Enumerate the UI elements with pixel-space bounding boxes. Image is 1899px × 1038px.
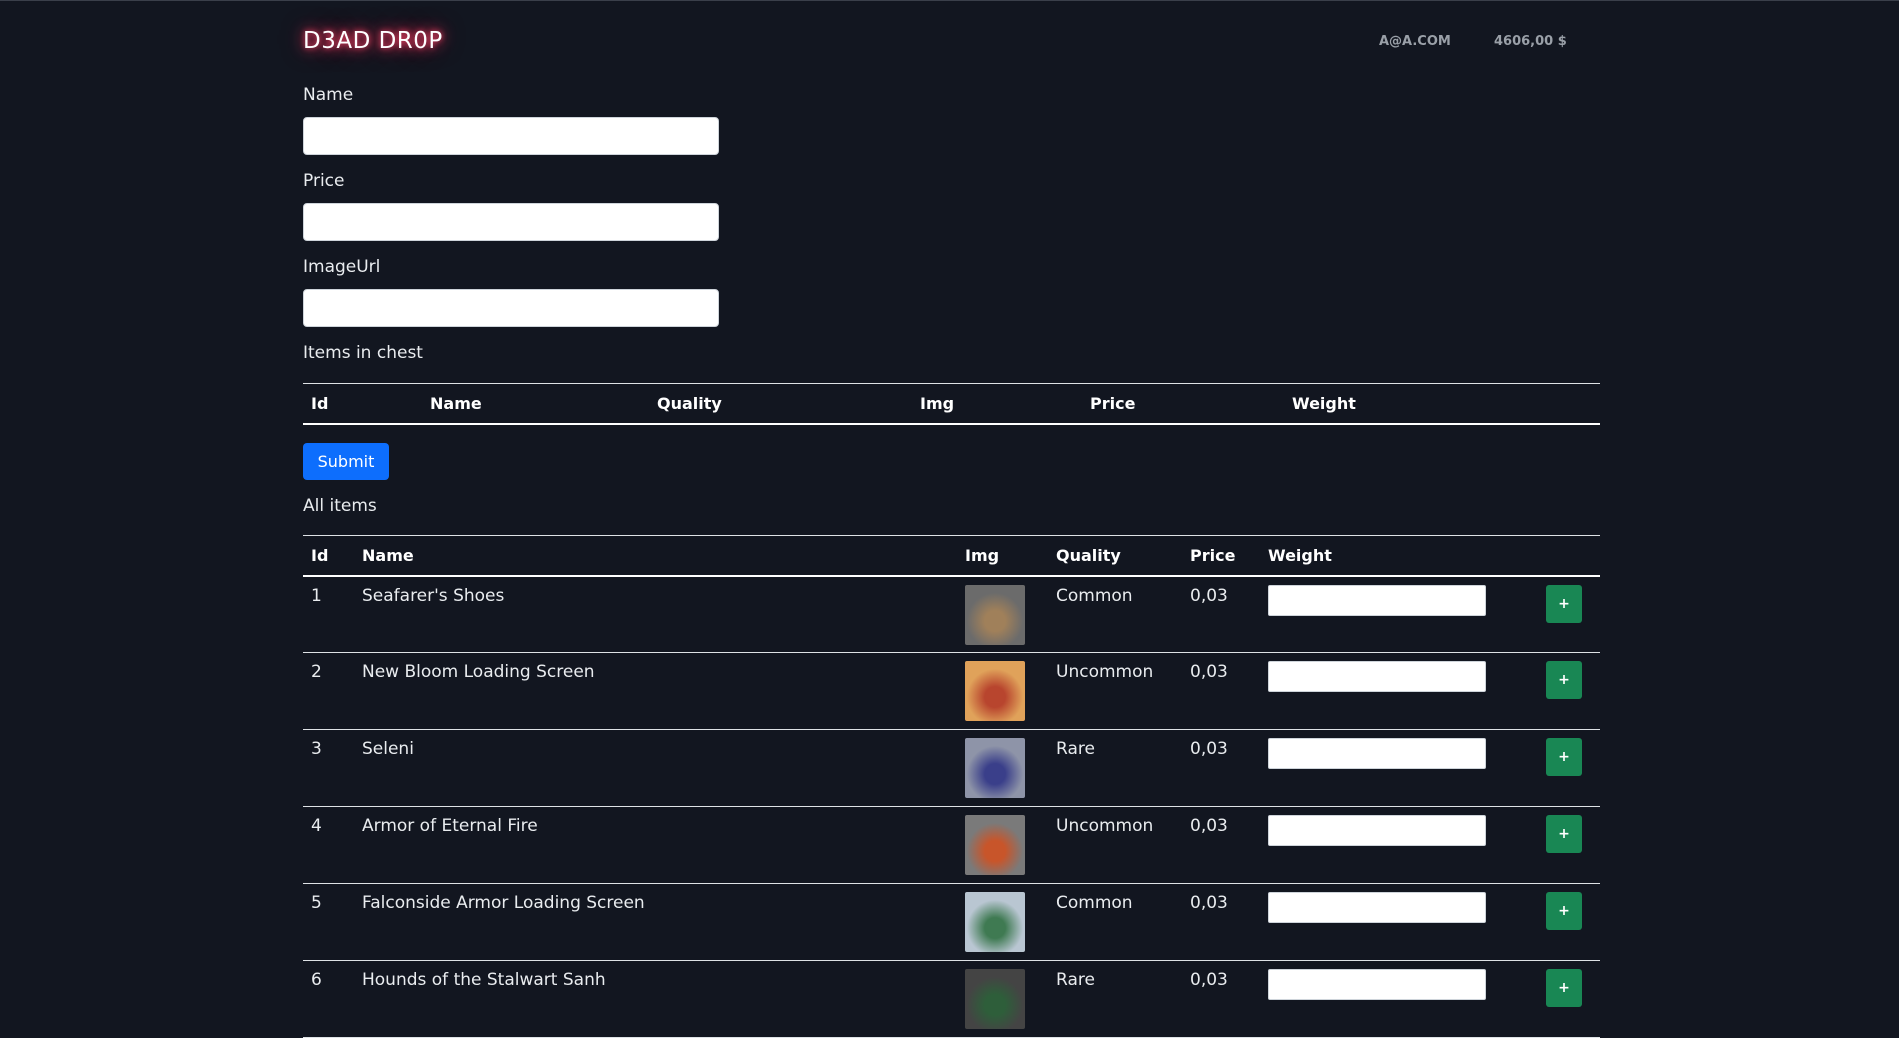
item-price: 0,03 bbox=[1190, 662, 1228, 682]
item-quality: Uncommon bbox=[1056, 816, 1154, 836]
table-row: 6 Hounds of the Stalwart Sanh Rare 0,03 … bbox=[303, 961, 1600, 1038]
item-quality: Rare bbox=[1056, 970, 1095, 990]
items-col-id: Id bbox=[311, 545, 329, 565]
item-quality: Common bbox=[1056, 585, 1133, 606]
item-quality: Uncommon bbox=[1056, 662, 1154, 682]
add-item-button[interactable]: + bbox=[1546, 661, 1582, 699]
item-id: 1 bbox=[311, 585, 322, 606]
item-price: 0,03 bbox=[1190, 970, 1228, 990]
chest-col-name: Name bbox=[430, 393, 482, 413]
armor-image bbox=[965, 815, 1025, 875]
item-price: 0,03 bbox=[1190, 585, 1228, 606]
balance-display[interactable]: 4606,00 $ bbox=[1494, 34, 1567, 49]
price-label: Price bbox=[303, 171, 345, 191]
add-item-button[interactable]: + bbox=[1546, 815, 1582, 853]
table-row: 3 Seleni Rare 0,03 + bbox=[303, 730, 1600, 807]
items-col-name: Name bbox=[362, 545, 414, 565]
item-name: New Bloom Loading Screen bbox=[362, 662, 595, 682]
item-price: 0,03 bbox=[1190, 816, 1228, 836]
chest-section-title: Items in chest bbox=[303, 343, 423, 363]
item-name: Hounds of the Stalwart Sanh bbox=[362, 970, 606, 990]
weight-input[interactable] bbox=[1268, 969, 1486, 1000]
items-table-body: 1 Seafarer's Shoes Common 0,03 + 2 New B… bbox=[303, 576, 1600, 1038]
table-row: 2 New Bloom Loading Screen Uncommon 0,03… bbox=[303, 653, 1600, 730]
items-col-price: Price bbox=[1190, 545, 1236, 565]
item-quality: Common bbox=[1056, 893, 1133, 913]
item-name: Armor of Eternal Fire bbox=[362, 816, 538, 836]
weight-input[interactable] bbox=[1268, 892, 1486, 923]
weight-input[interactable] bbox=[1268, 661, 1486, 692]
item-quality: Rare bbox=[1056, 739, 1095, 759]
chest-col-id: Id bbox=[311, 393, 329, 413]
item-id: 4 bbox=[311, 816, 322, 836]
chest-table-header: Id Name Quality Img Price Weight bbox=[303, 384, 1600, 424]
name-input[interactable] bbox=[303, 117, 719, 155]
chest-col-price: Price bbox=[1090, 393, 1136, 413]
weight-input[interactable] bbox=[1268, 584, 1486, 616]
item-price: 0,03 bbox=[1190, 739, 1228, 759]
boots-image bbox=[965, 584, 1025, 645]
weight-input[interactable] bbox=[1268, 815, 1486, 846]
new-bloom-image bbox=[965, 661, 1025, 721]
name-label: Name bbox=[303, 85, 354, 105]
item-name: Falconside Armor Loading Screen bbox=[362, 893, 645, 913]
items-col-action bbox=[1538, 536, 1600, 576]
hounds-image bbox=[965, 969, 1025, 1029]
item-id: 3 bbox=[311, 739, 322, 759]
add-item-button[interactable]: + bbox=[1546, 584, 1582, 623]
item-id: 5 bbox=[311, 893, 322, 913]
chest-col-quality: Quality bbox=[657, 393, 722, 413]
imageurl-input[interactable] bbox=[303, 289, 719, 327]
items-col-weight: Weight bbox=[1268, 545, 1332, 565]
add-item-button[interactable]: + bbox=[1546, 969, 1582, 1007]
all-items-table: Id Name Img Quality Price Weight 1 Seafa… bbox=[303, 535, 1600, 1038]
weight-input[interactable] bbox=[1268, 738, 1486, 769]
items-col-quality: Quality bbox=[1056, 545, 1121, 565]
seleni-image bbox=[965, 738, 1025, 798]
item-price: 0,03 bbox=[1190, 893, 1228, 913]
chest-table: Id Name Quality Img Price Weight bbox=[303, 383, 1600, 425]
imageurl-label: ImageUrl bbox=[303, 257, 381, 277]
add-item-button[interactable]: + bbox=[1546, 892, 1582, 930]
item-id: 6 bbox=[311, 970, 322, 990]
submit-button[interactable]: Submit bbox=[303, 443, 389, 480]
falconside-image bbox=[965, 892, 1025, 952]
items-col-img: Img bbox=[965, 545, 1000, 565]
table-row: 5 Falconside Armor Loading Screen Common… bbox=[303, 884, 1600, 961]
table-row: 1 Seafarer's Shoes Common 0,03 + bbox=[303, 576, 1600, 653]
item-name: Seleni bbox=[362, 739, 414, 759]
chest-col-img: Img bbox=[920, 393, 955, 413]
item-name: Seafarer's Shoes bbox=[362, 585, 505, 606]
items-table-header: Id Name Img Quality Price Weight bbox=[303, 536, 1600, 576]
brand-logo[interactable]: D3AD DR0P bbox=[303, 28, 443, 54]
item-id: 2 bbox=[311, 662, 322, 682]
table-row: 4 Armor of Eternal Fire Uncommon 0,03 + bbox=[303, 807, 1600, 884]
price-input[interactable] bbox=[303, 203, 719, 241]
chest-col-weight: Weight bbox=[1292, 393, 1356, 413]
user-email-link[interactable]: A@A.COM bbox=[1379, 34, 1451, 49]
all-items-title: All items bbox=[303, 496, 377, 516]
add-item-button[interactable]: + bbox=[1546, 738, 1582, 776]
